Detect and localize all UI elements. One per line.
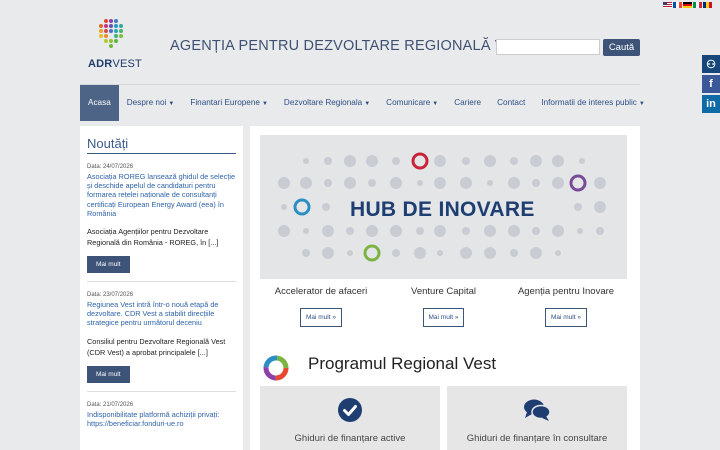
news-title: Noutăți <box>87 136 236 154</box>
nav-item-cariere[interactable]: Cariere <box>446 85 489 121</box>
chevron-down-icon: ▼ <box>638 101 645 107</box>
chevron-down-icon: ▼ <box>168 101 175 107</box>
news-item: Data: 24/07/2026 Asociația ROREG lanseaz… <box>87 164 236 283</box>
nav-label: Acasa <box>88 98 111 107</box>
news-link[interactable]: Indisponibilitate platformă achiziții pr… <box>87 410 236 428</box>
card-accelerator: Accelerator de afaceri Mai mult » <box>260 286 382 327</box>
program-logo-icon <box>263 355 289 381</box>
box-consultation-guides[interactable]: Ghiduri de finanțare în consultare <box>447 386 627 450</box>
nav-label: Finantari Europene <box>190 98 260 107</box>
nav-item-despre-noi[interactable]: Despre noi ▼ <box>119 85 183 121</box>
nav-item-comunicare[interactable]: Comunicare ▼ <box>378 85 446 121</box>
news-excerpt: Asociația Agențiilor pentru Dezvoltare R… <box>87 227 219 248</box>
site-title: AGENȚIA PENTRU DEZVOLTARE REGIONALĂ VEST <box>170 38 534 54</box>
nav-item-dezvoltare-regionala[interactable]: Dezvoltare Regionala ▼ <box>276 85 378 121</box>
news-link[interactable]: Asociația ROREG lansează ghidul de selec… <box>87 172 236 218</box>
news-date: Data: 21/07/2026 <box>87 401 134 408</box>
box-title: Ghiduri de finanțare active <box>294 433 406 444</box>
search-input[interactable] <box>496 39 600 55</box>
chevron-down-icon: ▼ <box>261 101 268 107</box>
logo-text-bold: ADR <box>88 58 113 70</box>
box-title: Ghiduri de finanțare în consultare <box>466 433 608 444</box>
program-boxes: Ghiduri de finanțare active Ghiduri de f… <box>260 386 627 450</box>
news-date: Data: 23/07/2026 <box>87 292 134 299</box>
news-item: Data: 23/07/2026 Regiunea Vest intră înt… <box>87 292 236 392</box>
news-date: Data: 24/07/2026 <box>87 164 134 170</box>
site-logo[interactable]: ADRVEST <box>88 18 142 74</box>
card-title: Agenția pentru Inovare <box>517 286 615 297</box>
nav-label: Comunicare <box>386 98 431 107</box>
accessibility-icon[interactable]: ⚇ <box>702 55 720 73</box>
nav-item-informatii[interactable]: Informatii de interes public ▼ <box>533 85 653 121</box>
nav-label: Contact <box>497 98 526 107</box>
nav-label: Dezvoltare Regionala <box>283 98 363 107</box>
search-button[interactable]: Caută <box>603 39 640 56</box>
logo-text: ADRVEST <box>88 58 142 70</box>
card-more-button[interactable]: Mai mult » <box>422 308 465 327</box>
linkedin-icon[interactable]: in <box>702 95 720 113</box>
news-excerpt: Consiliul pentru Dezvoltare Regională Ve… <box>87 336 226 357</box>
social-links: ⚇ f in <box>702 55 720 113</box>
news-sidebar: Noutăți Data: 24/07/2026 Asociația ROREG… <box>80 126 243 450</box>
news-more-button[interactable]: Mai mult <box>87 365 130 383</box>
card-agentia-inovare: Agenția pentru Inovare Mai mult » <box>505 286 627 327</box>
card-title: Accelerator de afaceri <box>274 286 368 297</box>
news-link[interactable]: Regiunea Vest intră într-o nouă etapă de… <box>87 300 236 328</box>
program-title: Programul Regional Vest <box>308 354 497 373</box>
card-title: Venture Capital <box>411 286 476 297</box>
box-active-guides[interactable]: Ghiduri de finanțare active <box>260 386 440 450</box>
comments-icon <box>524 399 551 421</box>
main-nav: Acasa Despre noi ▼ Finantari Europene ▼ De… <box>80 85 653 121</box>
nav-label: Cariere <box>454 98 482 107</box>
hero-banner[interactable]: HUB DE INOVARE <box>260 135 627 279</box>
card-venture-capital: Venture Capital Mai mult » <box>383 286 505 327</box>
chevron-down-icon: ▼ <box>432 101 439 107</box>
check-circle-icon <box>338 398 362 422</box>
facebook-icon[interactable]: f <box>702 75 720 93</box>
news-item: Data: 21/07/2026 Indisponibilitate platf… <box>87 402 236 436</box>
nav-item-finantari-europene[interactable]: Finantari Europene ▼ <box>182 85 276 121</box>
card-more-button[interactable]: Mai mult » <box>545 308 587 327</box>
program-header: Programul Regional Vest <box>262 354 632 384</box>
main-content: HUB DE INOVARE Accelerator de afaceri Ma… <box>250 126 640 450</box>
news-more-button[interactable]: Mai mult <box>87 256 130 274</box>
logo-text-regular: VEST <box>112 58 142 70</box>
nav-item-acasa[interactable]: Acasa <box>80 85 119 121</box>
hero-title: HUB DE INOVARE <box>350 198 535 221</box>
site-header: ADRVEST AGENȚIA PENTRU DEZVOLTARE REGION… <box>0 0 720 84</box>
nav-label: Informatii de interes public <box>541 98 637 107</box>
chevron-down-icon: ▼ <box>364 101 371 107</box>
nav-label: Despre noi <box>126 98 167 107</box>
card-more-button[interactable]: Mai mult » <box>300 308 342 327</box>
service-cards: Accelerator de afaceri Mai mult » Ventur… <box>260 286 627 327</box>
logo-dots-icon <box>99 19 123 48</box>
nav-item-contact[interactable]: Contact <box>489 85 533 121</box>
